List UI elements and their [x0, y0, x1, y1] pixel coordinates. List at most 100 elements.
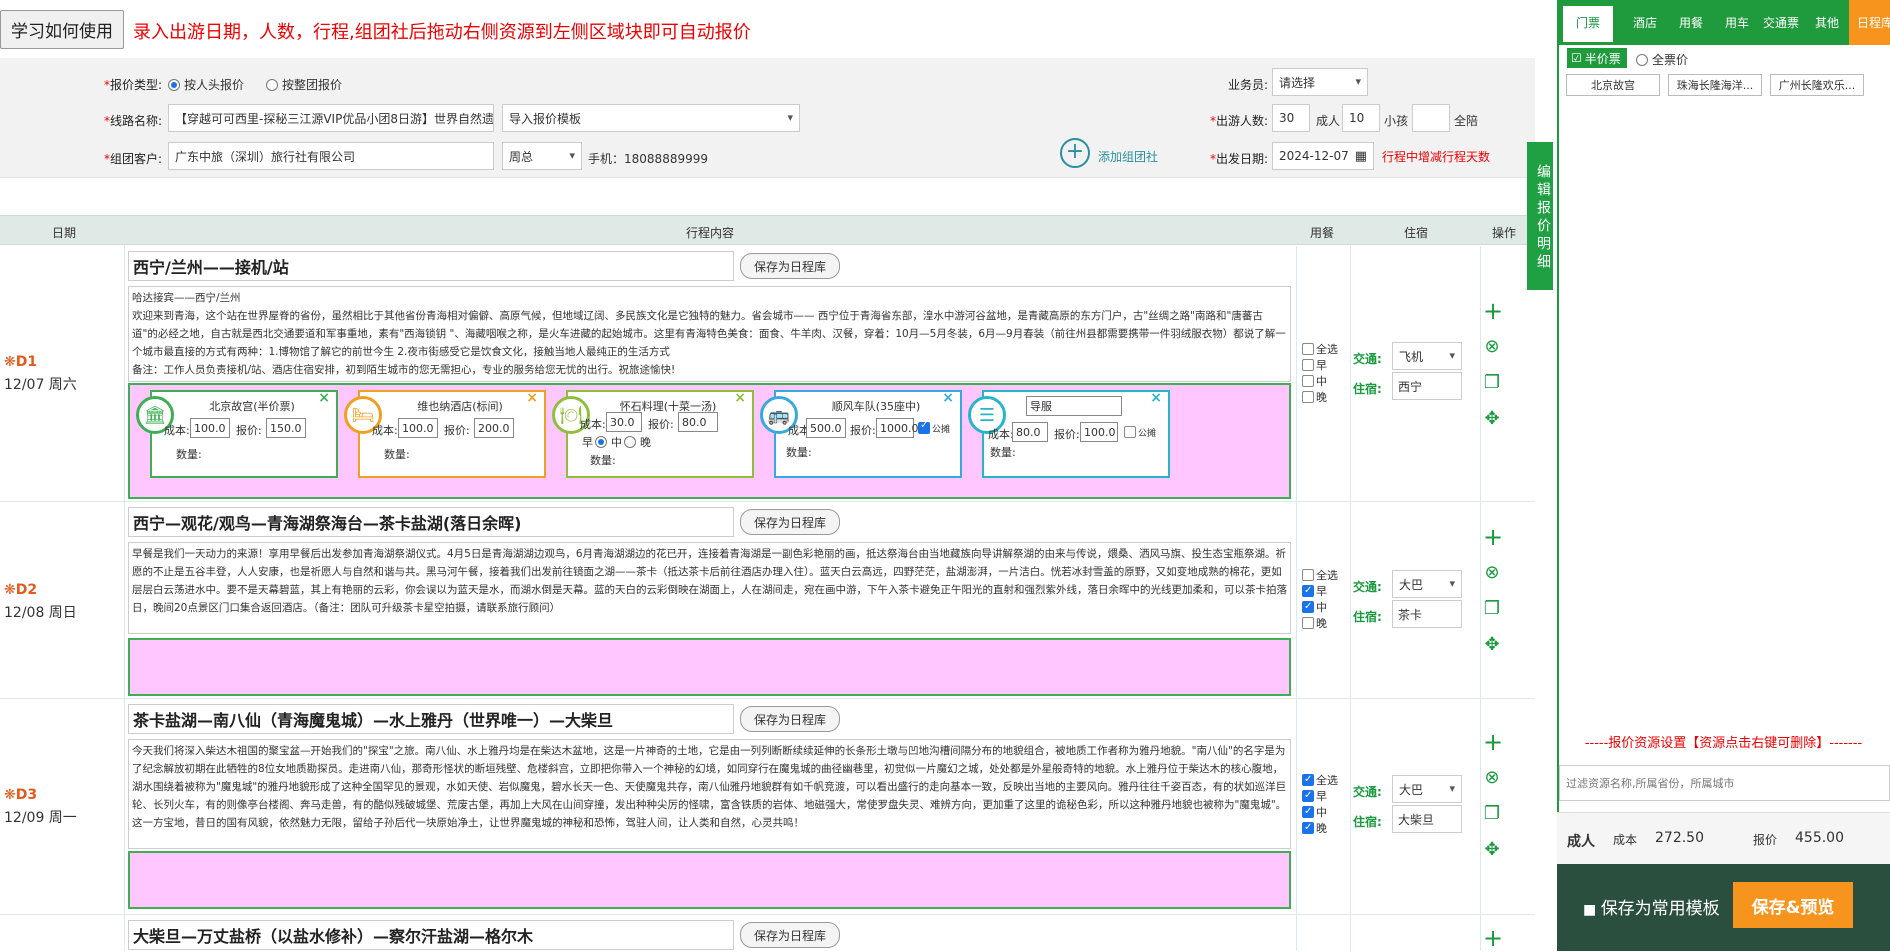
template-select[interactable]: 导入报价模板: [502, 104, 800, 132]
meal-all[interactable]: 全选: [1302, 772, 1338, 789]
day-description[interactable]: 早餐是我们一天动力的来源！享用早餐后出发参加青海湖祭湖仪式。4月5日是青海湖湖边…: [128, 542, 1291, 634]
price-input[interactable]: 1000.0: [876, 418, 919, 438]
resource-item[interactable]: 北京故宫: [1566, 74, 1660, 96]
add-agency-icon[interactable]: +: [1060, 138, 1090, 168]
close-icon[interactable]: ×: [734, 390, 746, 406]
resource-item[interactable]: 珠海长隆海洋...: [1668, 74, 1762, 96]
route-name-input[interactable]: 【穿越可可西里-探秘三江源VIP优品小团8日游】世界自然遗: [168, 104, 494, 132]
stay-input[interactable]: 茶卡: [1392, 600, 1462, 628]
price-input[interactable]: 150.0: [266, 418, 306, 438]
move-day-icon[interactable]: ✥: [1483, 410, 1501, 428]
copy-day-icon[interactable]: ❐: [1483, 805, 1501, 823]
edit-quote-detail-tab[interactable]: 编辑报价明细: [1527, 142, 1553, 290]
tab-schedule-library[interactable]: 日程库: [1849, 0, 1890, 45]
meal-breakfast[interactable]: 早: [1302, 788, 1338, 805]
tab-other[interactable]: 其他: [1815, 14, 1839, 31]
save-preview-button[interactable]: 保存&预览: [1733, 882, 1853, 928]
client-input[interactable]: 广东中旅（深圳）旅行社有限公司: [168, 142, 494, 170]
price-input[interactable]: 80.0: [678, 412, 718, 432]
add-day-icon[interactable]: +: [1483, 730, 1503, 754]
half-ticket-option[interactable]: ☑ 半价票: [1567, 48, 1627, 68]
stay-input[interactable]: 西宁: [1392, 372, 1462, 400]
learn-how-button[interactable]: 学习如何使用: [0, 10, 124, 49]
full-escort-input[interactable]: [1412, 104, 1450, 132]
add-day-icon[interactable]: +: [1483, 525, 1503, 549]
transport-select[interactable]: 飞机: [1392, 342, 1462, 370]
resource-settings-title: -----报价资源设置【资源点击右键可删除】-------: [1584, 736, 1863, 751]
stay-input[interactable]: 大柴旦: [1392, 805, 1462, 833]
meal-lunch[interactable]: 中: [1302, 374, 1338, 390]
price-input[interactable]: 200.0: [474, 418, 514, 438]
resource-card-hotel[interactable]: 🛏 维也纳酒店(标间) × 成本: 100.0 报价: 200.0 数量:: [344, 390, 546, 478]
adults-input[interactable]: 30: [1272, 104, 1310, 132]
close-icon[interactable]: ×: [318, 390, 330, 406]
resource-item[interactable]: 广州长隆欢乐...: [1770, 74, 1864, 96]
delete-day-icon[interactable]: ⊗: [1483, 769, 1501, 787]
day-title-input[interactable]: 茶卡盐湖—南八仙（青海魔鬼城）—水上雅丹（世界唯一）—大柴旦: [128, 704, 734, 734]
resource-card-bus[interactable]: 🚌 顺风车队(35座中) × 成本: 500.0 报价: 1000.0 公摊 数…: [760, 390, 962, 478]
share-checkbox[interactable]: 公摊: [1124, 426, 1156, 439]
resource-drop-area[interactable]: [128, 851, 1291, 909]
date-input[interactable]: 2024-12-07 ▦: [1272, 142, 1374, 170]
card-title-input[interactable]: 导服: [1026, 396, 1122, 416]
add-day-icon[interactable]: +: [1483, 299, 1503, 323]
sales-select[interactable]: 请选择: [1272, 68, 1368, 96]
resource-drop-area[interactable]: [128, 638, 1291, 696]
delete-day-icon[interactable]: ⊗: [1483, 564, 1501, 582]
cost-input[interactable]: 80.0: [1012, 422, 1048, 442]
meal-breakfast[interactable]: 早: [1302, 358, 1338, 374]
meal-breakfast[interactable]: 早: [1302, 583, 1338, 600]
save-to-library-button[interactable]: 保存为日程库: [740, 253, 840, 279]
resource-card-guide[interactable]: ☰ 导服 × 成本: 80.0 报价: 100.0 公摊 数量:: [968, 390, 1170, 478]
copy-day-icon[interactable]: ❐: [1483, 600, 1501, 618]
meal-type-radios[interactable]: 早中晚: [582, 434, 651, 450]
meal-lunch[interactable]: 中: [1302, 599, 1338, 616]
meal-dinner[interactable]: 晚: [1302, 616, 1338, 632]
price-input[interactable]: 100.0: [1080, 422, 1118, 442]
meal-dinner[interactable]: 晚: [1302, 390, 1338, 406]
resource-card-ticket[interactable]: 🏛 北京故宫(半价票) × 成本: 100.0 报价: 150.0 数量:: [136, 390, 338, 478]
resource-card-dining[interactable]: 🍽 怀石料理(十菜一汤) × 成本: 30.0 报价: 80.0 早中晚 数量:: [552, 390, 754, 478]
meal-dinner[interactable]: 晚: [1302, 820, 1338, 837]
tab-transport-ticket[interactable]: 交通票: [1763, 14, 1799, 31]
tab-hotel[interactable]: 酒店: [1633, 14, 1657, 31]
calendar-icon[interactable]: ▦: [1355, 149, 1367, 164]
resource-filter-input[interactable]: 过滤资源名称,所属省份，所属城市: [1559, 765, 1890, 801]
transport-select[interactable]: 大巴: [1392, 775, 1462, 803]
save-to-library-button[interactable]: 保存为日程库: [740, 706, 840, 732]
copy-day-icon[interactable]: ❐: [1483, 374, 1501, 392]
contact-select[interactable]: 周总: [502, 142, 582, 170]
move-day-icon[interactable]: ✥: [1483, 841, 1501, 859]
day-title-input[interactable]: 西宁/兰州——接机/站: [128, 251, 734, 281]
tab-meals[interactable]: 用餐: [1679, 14, 1703, 31]
add-agency-link[interactable]: 添加组团社: [1098, 148, 1158, 165]
day-title-input[interactable]: 西宁—观花/观鸟—青海湖祭海台—茶卡盐湖(落日余晖): [128, 507, 734, 537]
quote-type-per-person[interactable]: 按人头报价: [168, 76, 244, 93]
meal-all[interactable]: 全选: [1302, 568, 1338, 584]
cost-input[interactable]: 30.0: [606, 412, 642, 432]
save-template-checkbox[interactable]: ■ 保存为常用模板: [1583, 894, 1720, 919]
save-to-library-button[interactable]: 保存为日程库: [740, 922, 840, 948]
close-icon[interactable]: ×: [526, 390, 538, 406]
delete-day-icon[interactable]: ⊗: [1483, 338, 1501, 356]
day-description[interactable]: 今天我们将深入柴达木祖国的聚宝盆—开始我们的"探宝"之旅。南八仙、水上雅丹均是在…: [128, 739, 1291, 849]
day-title-input[interactable]: 大柴旦—万丈盐桥（以盐水修补）—察尔汗盐湖—格尔木: [128, 920, 734, 950]
cost-input[interactable]: 100.0: [190, 418, 230, 438]
quote-type-whole-group[interactable]: 按整团报价: [266, 76, 342, 93]
day-description[interactable]: 哈达接宾——西宁/兰州 欢迎来到青海，这个站在世界屋脊的省份，虽然相比于其他省份…: [128, 286, 1291, 382]
cost-input[interactable]: 500.0: [806, 418, 846, 438]
close-icon[interactable]: ×: [1150, 390, 1162, 406]
move-day-icon[interactable]: ✥: [1483, 636, 1501, 654]
meal-lunch[interactable]: 中: [1302, 804, 1338, 821]
cost-input[interactable]: 100.0: [398, 418, 438, 438]
tab-vehicle[interactable]: 用车: [1725, 14, 1749, 31]
share-checkbox[interactable]: 公摊: [918, 420, 950, 435]
full-ticket-option[interactable]: 全票价: [1636, 51, 1688, 68]
transport-select[interactable]: 大巴: [1392, 570, 1462, 598]
close-icon[interactable]: ×: [942, 390, 954, 406]
kids-input[interactable]: 10: [1342, 104, 1380, 132]
save-to-library-button[interactable]: 保存为日程库: [740, 509, 840, 535]
meal-all[interactable]: 全选: [1302, 342, 1338, 358]
tab-tickets[interactable]: 门票: [1563, 6, 1613, 42]
add-day-icon[interactable]: +: [1483, 926, 1503, 950]
